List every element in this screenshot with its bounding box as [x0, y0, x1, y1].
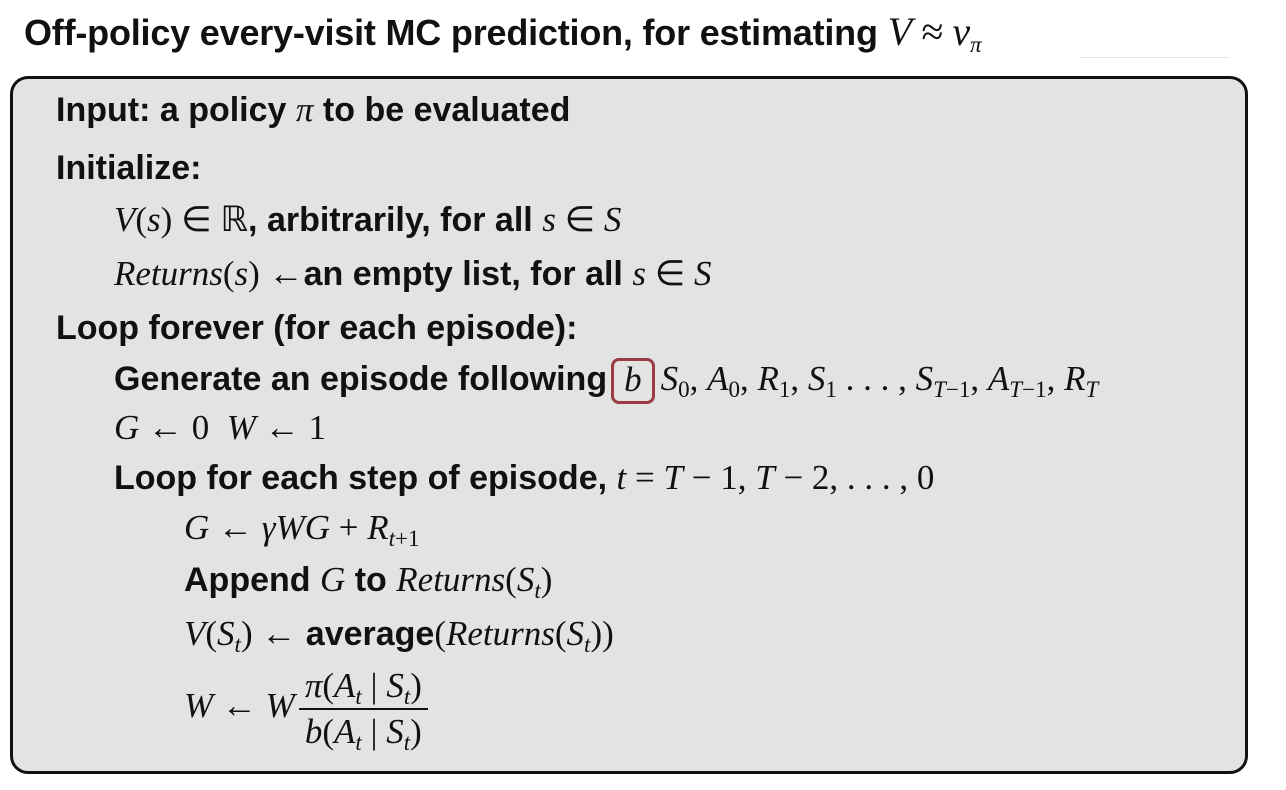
- init-v-text: , arbitrarily, for all: [248, 201, 533, 239]
- append-target: Returns(St): [396, 560, 553, 603]
- input-suffix: to be evaluated: [322, 91, 571, 129]
- init-v-math2: s ∈ S: [542, 200, 622, 239]
- append-to-word: to: [354, 561, 387, 599]
- episode-sequence: S0, A0, R1, S1 . . . , ST−1, AT−1, RT: [660, 358, 1099, 402]
- init-returns-text: an empty list, for all: [303, 255, 623, 293]
- behavior-policy-highlight: b: [611, 358, 655, 404]
- init-g-w-line: G ← 0 W ← 1: [114, 408, 326, 447]
- input-line: Input: a policy π to be evaluated: [56, 90, 570, 130]
- append-var: G: [320, 560, 346, 599]
- update-g-line: G ← γWG + Rt+1: [184, 508, 420, 551]
- update-w-lhs: W: [184, 686, 214, 726]
- generate-line: Generate an episode following b S0, A0, R1…: [114, 358, 1098, 404]
- loop-step-text: Loop for each step of episode,: [114, 459, 608, 497]
- update-v-line: V(St) ← average(Returns(St)): [184, 614, 614, 657]
- init-v-line: V(s) ∈ ℝ, arbitrarily, for all s ∈ S: [114, 200, 621, 240]
- generate-text: Generate an episode following: [114, 359, 608, 398]
- init-returns-line: Returns(s) ←an empty list, for all s ∈ S: [114, 254, 711, 294]
- update-w-line: W ← Wπ(At | St) b(At | St): [184, 666, 428, 755]
- fraction-numerator: π(At | St): [298, 666, 428, 710]
- title-underline-divider: [1080, 57, 1230, 58]
- fraction-denominator: b(At | St): [304, 712, 422, 755]
- init-returns-math2: s ∈ S: [632, 254, 712, 293]
- update-v-arg: (Returns(St)): [434, 614, 614, 657]
- loop-forever-label: Loop forever (for each episode):: [56, 309, 578, 347]
- importance-ratio-fraction: π(At | St) b(At | St): [298, 666, 428, 755]
- page-title: Off-policy every-visit MC prediction, fo…: [24, 8, 982, 57]
- title-math: V ≈ vπ: [887, 9, 982, 57]
- input-label: Input: a policy: [56, 91, 287, 129]
- init-v-math: V(s) ∈ ℝ: [114, 200, 249, 239]
- loop-step-range: t = T − 1, T − 2, . . . , 0: [616, 458, 935, 497]
- policy-symbol: π: [295, 90, 314, 129]
- update-v-lhs: V(St) ←: [184, 614, 297, 657]
- loop-step-line: Loop for each step of episode, t = T − 1…: [114, 458, 934, 498]
- title-text: Off-policy every-visit MC prediction, fo…: [24, 12, 878, 53]
- append-line: Append G to Returns(St): [184, 560, 553, 603]
- initialize-label: Initialize:: [56, 149, 202, 187]
- average-fn: average: [305, 615, 435, 653]
- init-returns-math: Returns(s) ←: [114, 254, 304, 293]
- append-word: Append: [184, 561, 311, 599]
